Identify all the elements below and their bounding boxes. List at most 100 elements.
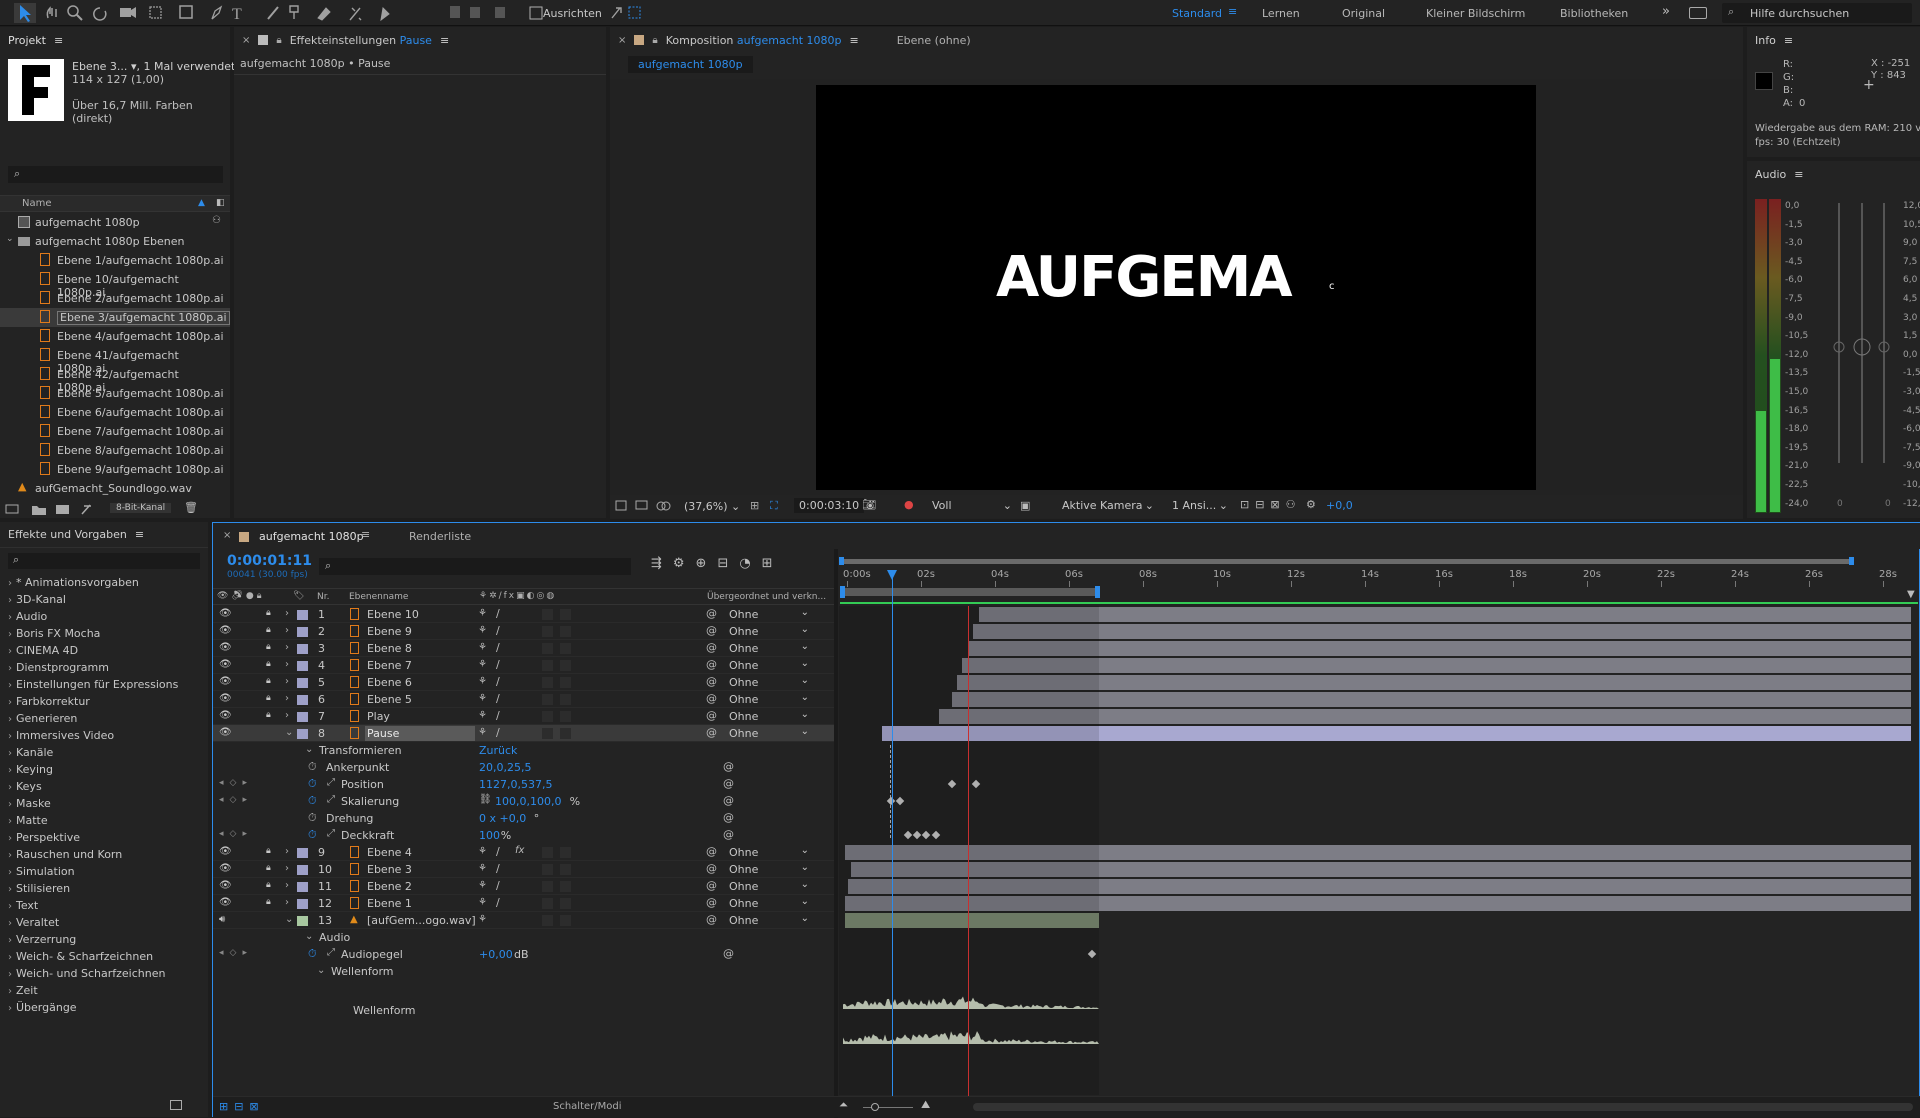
- timeline-scroll-icon[interactable]: ▼: [1907, 589, 1915, 600]
- audio-title[interactable]: Audio: [1755, 168, 1786, 181]
- project-footer-icons[interactable]: [4, 502, 104, 516]
- workspace-standard[interactable]: Standard: [1172, 7, 1222, 20]
- views-dropdown[interactable]: 1 Ansi... ⌄: [1172, 499, 1228, 512]
- eye-icon[interactable]: 👁︎: [219, 693, 232, 704]
- switch-box[interactable]: [542, 898, 553, 909]
- property-row[interactable]: ◂◇▸ ⏱ ⤢ Skalierung ⛓ 100,0,100,0% @: [213, 793, 834, 810]
- eye-icon[interactable]: 👁︎: [219, 897, 232, 908]
- chevron-down-icon[interactable]: ⌄: [305, 931, 313, 942]
- property-row[interactable]: ⌄ Wellenform: [213, 963, 834, 980]
- pickwhip-icon[interactable]: @: [723, 794, 734, 807]
- pickwhip-icon[interactable]: @: [706, 913, 717, 926]
- footer-toggle-icons[interactable]: ⊞⊟⊠: [219, 1100, 265, 1113]
- lock-icon[interactable]: 🔒︎: [266, 897, 271, 907]
- exposure-reset-icon[interactable]: ⚙: [1306, 498, 1316, 511]
- effects-title[interactable]: Effekte und Vorgaben: [8, 528, 127, 541]
- parent-dropdown[interactable]: Ohne ⌄: [729, 641, 809, 655]
- col-layer-name[interactable]: Ebenenname: [349, 592, 408, 602]
- project-column-header[interactable]: Name ▲ ◧: [0, 195, 230, 212]
- more-workspaces-icon[interactable]: »: [1662, 4, 1670, 19]
- layer-name[interactable]: Ebene 6: [365, 675, 475, 690]
- effect-category[interactable]: › Weich- und Scharfzeichnen: [8, 967, 165, 984]
- lock-icon[interactable]: 🔒︎: [266, 880, 271, 890]
- eye-icon[interactable]: 👁︎: [219, 608, 232, 619]
- help-search-field[interactable]: ⌕ Hilfe durchsuchen: [1722, 3, 1912, 23]
- pickwhip-icon[interactable]: @: [706, 675, 717, 688]
- effect-category[interactable]: › * Animationsvorgaben: [8, 576, 139, 593]
- eye-icon[interactable]: 👁︎: [219, 642, 232, 653]
- shy-switch-icon[interactable]: ⚘: [478, 914, 487, 925]
- lock-icon[interactable]: 🔒︎: [652, 35, 657, 46]
- effect-category[interactable]: › Maske: [8, 797, 51, 814]
- property-row[interactable]: ⏱ Ankerpunkt 20,0,25,5 @: [213, 759, 834, 776]
- parent-dropdown[interactable]: Ohne ⌄: [729, 709, 809, 723]
- property-row[interactable]: ◂◇▸ ⏱ ⤢ Position 1127,0,537,5 @: [213, 776, 834, 793]
- navigator-end-handle[interactable]: [1849, 557, 1854, 565]
- effect-category[interactable]: › Rauschen und Korn: [8, 848, 122, 865]
- quality-switch-icon[interactable]: ∕: [496, 675, 500, 688]
- av-switch-icons[interactable]: 👁︎🔊︎●🔒︎: [217, 591, 265, 601]
- switch-box[interactable]: [542, 847, 553, 858]
- chevron-right-icon[interactable]: ›: [285, 676, 289, 687]
- chevron-down-icon[interactable]: ⌄: [317, 965, 325, 976]
- project-list-item[interactable]: Ebene 9/aufgemacht 1080p.ai: [0, 460, 230, 479]
- label-color-swatch[interactable]: [297, 661, 308, 671]
- timeline-layer-row[interactable]: 👁︎ 🔒︎ › 12 Ebene 1 ⚘ ∕ @ Ohne ⌄: [213, 895, 834, 912]
- info-title[interactable]: Info: [1755, 34, 1776, 47]
- composition-subtab[interactable]: aufgemacht 1080p: [628, 56, 753, 73]
- panel-menu-icon[interactable]: ≡: [850, 34, 859, 47]
- property-row[interactable]: ⌄ Transformieren Zurück: [213, 742, 834, 759]
- keyframe-marker[interactable]: [947, 779, 957, 789]
- effect-category[interactable]: › Keys: [8, 780, 42, 797]
- property-value[interactable]: 0 x +0,0: [479, 812, 526, 825]
- project-list-item[interactable]: aufgemacht 1080p ⚇: [0, 213, 230, 232]
- shy-switch-icon[interactable]: ⚘: [478, 608, 487, 619]
- effect-category[interactable]: › Veraltet: [8, 916, 59, 933]
- pickwhip-icon[interactable]: @: [706, 624, 717, 637]
- color-channels-icon[interactable]: ●: [904, 498, 914, 511]
- time-ruler[interactable]: 0:00s 02s 04s 06s 08s 10s 12s 14s 16s 18s 20s 22s 24…: [839, 567, 1917, 587]
- quality-switch-icon[interactable]: ∕: [496, 658, 500, 671]
- eye-icon[interactable]: 👁︎: [219, 625, 232, 636]
- switch-box[interactable]: [542, 677, 553, 688]
- switch-box[interactable]: [560, 609, 571, 620]
- column-name-label[interactable]: Name: [22, 198, 52, 209]
- shy-switch-icon[interactable]: ⚘: [478, 659, 487, 670]
- workspace-bibliotheken[interactable]: Bibliotheken: [1560, 7, 1628, 20]
- chevron-down-icon[interactable]: ⌄: [285, 727, 293, 738]
- layer-duration-bar[interactable]: [938, 709, 1911, 724]
- layer-viewer-tab[interactable]: Ebene (ohne): [897, 34, 971, 47]
- keyframe-navigator-icons[interactable]: ◂◇▸: [219, 948, 253, 958]
- graph-icon[interactable]: ⤢: [327, 828, 335, 839]
- time-navigator[interactable]: [839, 557, 1917, 565]
- workspace-kleiner-bildschirm[interactable]: Kleiner Bildschirm: [1426, 7, 1525, 20]
- render-queue-tab[interactable]: Renderliste: [409, 530, 471, 543]
- timeline-layer-row[interactable]: 👁︎ 🔒︎ › 7 Play ⚘ ∕ @ Ohne ⌄: [213, 708, 834, 725]
- timeline-switch-icons[interactable]: ⇶⚙⊕⊟◔⊞: [651, 556, 784, 571]
- speaker-icon[interactable]: 🔊︎: [219, 914, 225, 925]
- label-color-swatch[interactable]: [297, 729, 308, 739]
- shy-switch-icon[interactable]: ⚘: [478, 727, 487, 738]
- shy-switch-icon[interactable]: ⚘: [478, 897, 487, 908]
- switch-box[interactable]: [542, 694, 553, 705]
- parent-dropdown[interactable]: Ohne ⌄: [729, 845, 809, 859]
- lock-icon[interactable]: 🔒︎: [266, 608, 271, 618]
- chevron-right-icon[interactable]: ›: [285, 863, 289, 874]
- property-value[interactable]: 1127,0,537,5: [479, 778, 552, 791]
- label-color-swatch[interactable]: [297, 678, 308, 688]
- shy-switch-icon[interactable]: ⚘: [478, 625, 487, 636]
- switch-box[interactable]: [542, 915, 553, 926]
- shy-switch-icon[interactable]: ⚘: [478, 676, 487, 687]
- workspace-lernen[interactable]: Lernen: [1262, 7, 1300, 20]
- snapshot-icon[interactable]: 📷︎: [862, 498, 876, 511]
- parent-dropdown[interactable]: Ohne ⌄: [729, 726, 809, 740]
- keyframe-navigator-icons[interactable]: ◂◇▸: [219, 829, 253, 839]
- label-column-icon[interactable]: ◧: [216, 198, 225, 208]
- switch-box[interactable]: [560, 847, 571, 858]
- lock-icon[interactable]: 🔒︎: [266, 642, 271, 652]
- layer-name[interactable]: Ebene 10: [365, 607, 475, 622]
- pickwhip-icon[interactable]: @: [706, 862, 717, 875]
- pickwhip-icon[interactable]: @: [723, 811, 734, 824]
- transparency-grid-icon[interactable]: ▣: [1020, 499, 1030, 512]
- lock-icon[interactable]: 🔒︎: [266, 659, 271, 669]
